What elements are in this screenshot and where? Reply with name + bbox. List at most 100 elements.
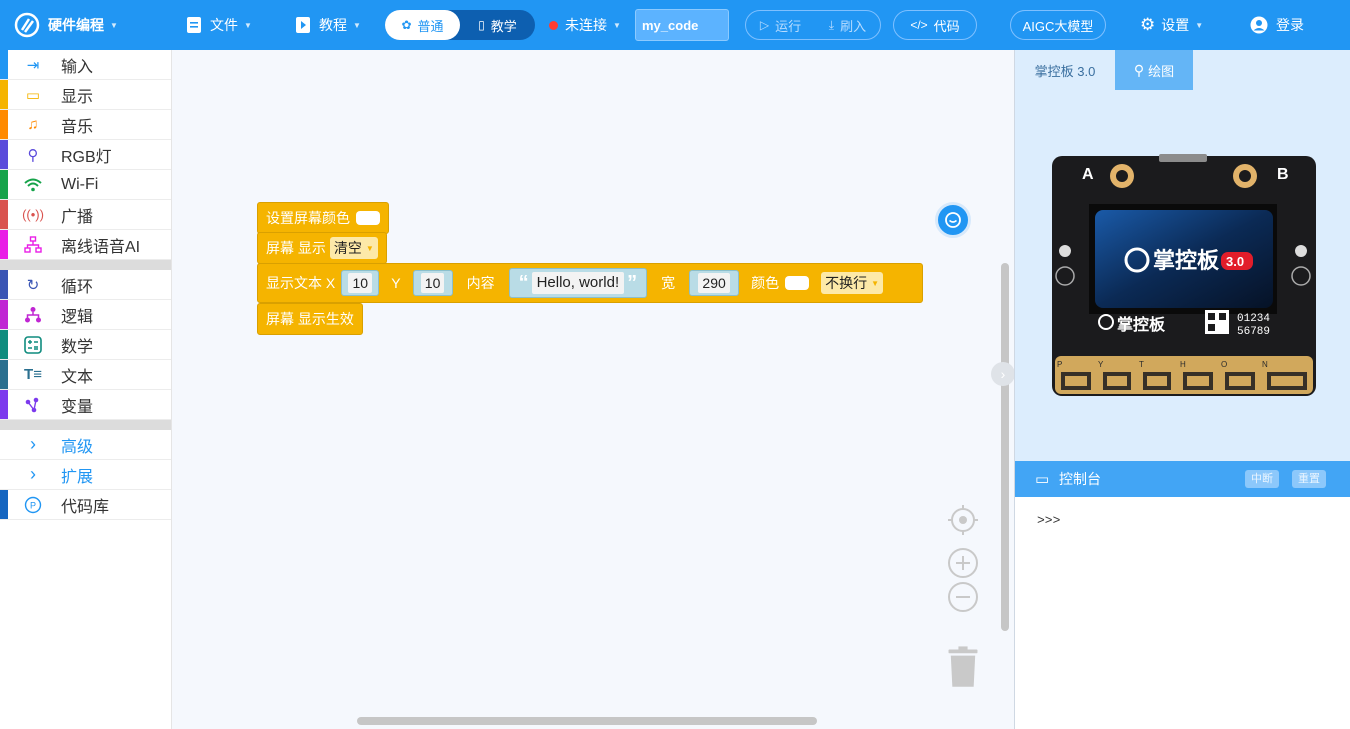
x-value: 10 — [348, 273, 373, 293]
vertical-scrollbar[interactable] — [1001, 263, 1009, 631]
category-input[interactable]: ⇥ 输入 — [0, 50, 171, 80]
category-music[interactable]: ♫ 音乐 — [0, 110, 171, 140]
run-label: 运行 — [775, 18, 802, 34]
board-serial-2: 56789 — [1237, 326, 1270, 338]
category-color-bar — [0, 140, 8, 169]
flash-button[interactable]: ⤓ 刷入 — [829, 16, 866, 35]
login-button[interactable]: 登录 — [1250, 0, 1304, 50]
code-library-icon: P — [24, 496, 42, 513]
app-name: 硬件编程 — [48, 17, 104, 33]
tab-draw[interactable]: ⚲ 绘图 — [1115, 50, 1193, 90]
console-output[interactable]: >>> — [1015, 497, 1350, 729]
reset-button[interactable]: 重置 — [1292, 470, 1326, 488]
trash-button[interactable] — [947, 639, 979, 695]
category-code-library[interactable]: P 代码库 — [0, 490, 171, 520]
category-divider — [0, 260, 171, 270]
category-wifi[interactable]: Wi-Fi — [0, 170, 171, 200]
horizontal-scrollbar[interactable] — [357, 717, 817, 725]
block-screen-refresh[interactable]: 屏幕 显示生效 — [257, 303, 363, 335]
block-label: 设置屏幕颜色 — [266, 210, 350, 226]
category-label: 显示 — [61, 88, 94, 106]
settings-label: 设置 — [1161, 17, 1190, 33]
console-icon: ▭ — [1035, 471, 1050, 488]
interrupt-button[interactable]: 中断 — [1245, 470, 1279, 488]
block-label: 内容 — [466, 275, 495, 291]
pin-label: P — [1057, 360, 1062, 369]
color-swatch[interactable] — [785, 276, 810, 290]
category-math[interactable]: 数学 — [0, 330, 171, 360]
login-label: 登录 — [1276, 17, 1304, 33]
aigc-button[interactable]: AIGC大模型 — [1010, 10, 1106, 40]
tutorial-menu[interactable]: 教程 ▼ — [295, 0, 361, 50]
category-color-bar — [0, 390, 8, 419]
run-button[interactable]: ▷ 运行 — [760, 16, 801, 35]
recenter-button[interactable] — [947, 504, 979, 536]
text-icon: T≡ — [24, 366, 42, 383]
chevron-down-icon: ▼ — [244, 20, 252, 30]
text-value: Hello, world! — [531, 272, 625, 294]
width-input[interactable]: 290 — [689, 270, 740, 296]
code-button[interactable]: </> 代码 — [893, 10, 977, 40]
zoom-out-button[interactable] — [947, 581, 979, 613]
clear-dropdown[interactable]: 清空 ▼ — [329, 237, 378, 259]
board-screen-brand: 掌控板 — [1153, 248, 1220, 274]
category-color-bar — [0, 170, 8, 199]
palette-icon: ✿ — [401, 18, 412, 32]
category-rgb[interactable]: ⚲ RGB灯 — [0, 140, 171, 170]
zoom-in-button[interactable] — [947, 547, 979, 579]
category-text[interactable]: T≡ 文本 — [0, 360, 171, 390]
tab-board[interactable]: 掌控板 3.0 — [1015, 50, 1115, 90]
category-advanced[interactable]: › 高级 — [0, 430, 171, 460]
category-voice-ai[interactable]: 离线语音AI — [0, 230, 171, 260]
broadcast-icon: ((•)) — [22, 207, 44, 222]
pin-label: O — [1221, 360, 1227, 369]
chat-assistant-button[interactable] — [935, 202, 971, 238]
code-name-input[interactable] — [635, 9, 729, 41]
category-color-bar — [0, 300, 8, 329]
mode-normal-label: 普通 — [417, 18, 444, 34]
block-category-sidebar: ⇥ 输入 ▭ 显示 ♫ 音乐 ⚲ RGB灯 Wi-Fi ((•)) 广播 离线语… — [0, 50, 172, 729]
mode-switch: ✿ 普通 ▯ 教学 — [385, 10, 535, 40]
category-display[interactable]: ▭ 显示 — [0, 80, 171, 110]
search-icon: ⚲ — [1133, 61, 1145, 78]
dropdown-value: 不换行 — [825, 275, 868, 291]
category-label: 离线语音AI — [61, 238, 141, 256]
dropdown-arrow-icon: ▼ — [365, 243, 374, 253]
category-extension[interactable]: › 扩展 — [0, 460, 171, 490]
board-illustration: A B 掌控板 3.0 掌控板 01234 56789 P Y T H O N — [1052, 154, 1316, 396]
category-label: 输入 — [61, 58, 94, 76]
y-input[interactable]: 10 — [412, 270, 453, 296]
display-icon: ▭ — [25, 86, 41, 104]
tutorial-icon — [296, 17, 310, 33]
zoom-out-icon — [948, 582, 978, 612]
color-swatch[interactable] — [356, 211, 380, 225]
category-color-bar — [0, 80, 8, 109]
category-logic[interactable]: 逻辑 — [0, 300, 171, 330]
block-workspace[interactable]: 设置屏幕颜色 屏幕 显示 清空 ▼ 显示文本 X 10 Y 10 内容 “ He… — [172, 50, 1014, 729]
category-label: 逻辑 — [61, 308, 94, 326]
mode-teach-button[interactable]: ▯ 教学 — [460, 10, 535, 40]
category-variable[interactable]: 变量 — [0, 390, 171, 420]
file-menu[interactable]: 文件 ▼ — [186, 0, 252, 50]
block-show-text[interactable]: 显示文本 X 10 Y 10 内容 “ Hello, world! ” 宽 29… — [257, 263, 923, 303]
mode-normal-button[interactable]: ✿ 普通 — [385, 10, 460, 40]
preview-tabs: 掌控板 3.0 ⚲ 绘图 — [1015, 50, 1350, 90]
loop-icon: ↻ — [26, 276, 40, 294]
settings-menu[interactable]: ⚙ 设置 ▼ — [1140, 0, 1203, 50]
pin-label: T — [1139, 360, 1144, 369]
expand-panel-button[interactable]: › — [991, 362, 1014, 386]
connection-menu[interactable]: 未连接 ▼ — [549, 0, 621, 50]
x-input[interactable]: 10 — [341, 270, 380, 296]
chevron-down-icon: ▼ — [110, 20, 118, 30]
category-broadcast[interactable]: ((•)) 广播 — [0, 200, 171, 230]
chevron-right-icon: › — [30, 464, 36, 484]
app-logo[interactable]: 硬件编程 ▼ — [14, 0, 118, 50]
category-loop[interactable]: ↻ 循环 — [0, 270, 171, 300]
block-screen-show[interactable]: 屏幕 显示 清空 ▼ — [257, 232, 387, 264]
console-header: ▭ 控制台 中断 重置 — [1015, 461, 1350, 497]
wrap-dropdown[interactable]: 不换行 ▼ — [821, 272, 884, 294]
text-input[interactable]: “ Hello, world! ” — [508, 268, 648, 298]
category-color-bar — [0, 50, 8, 79]
trash-icon — [948, 646, 978, 687]
block-set-screen-color[interactable]: 设置屏幕颜色 — [257, 202, 389, 234]
